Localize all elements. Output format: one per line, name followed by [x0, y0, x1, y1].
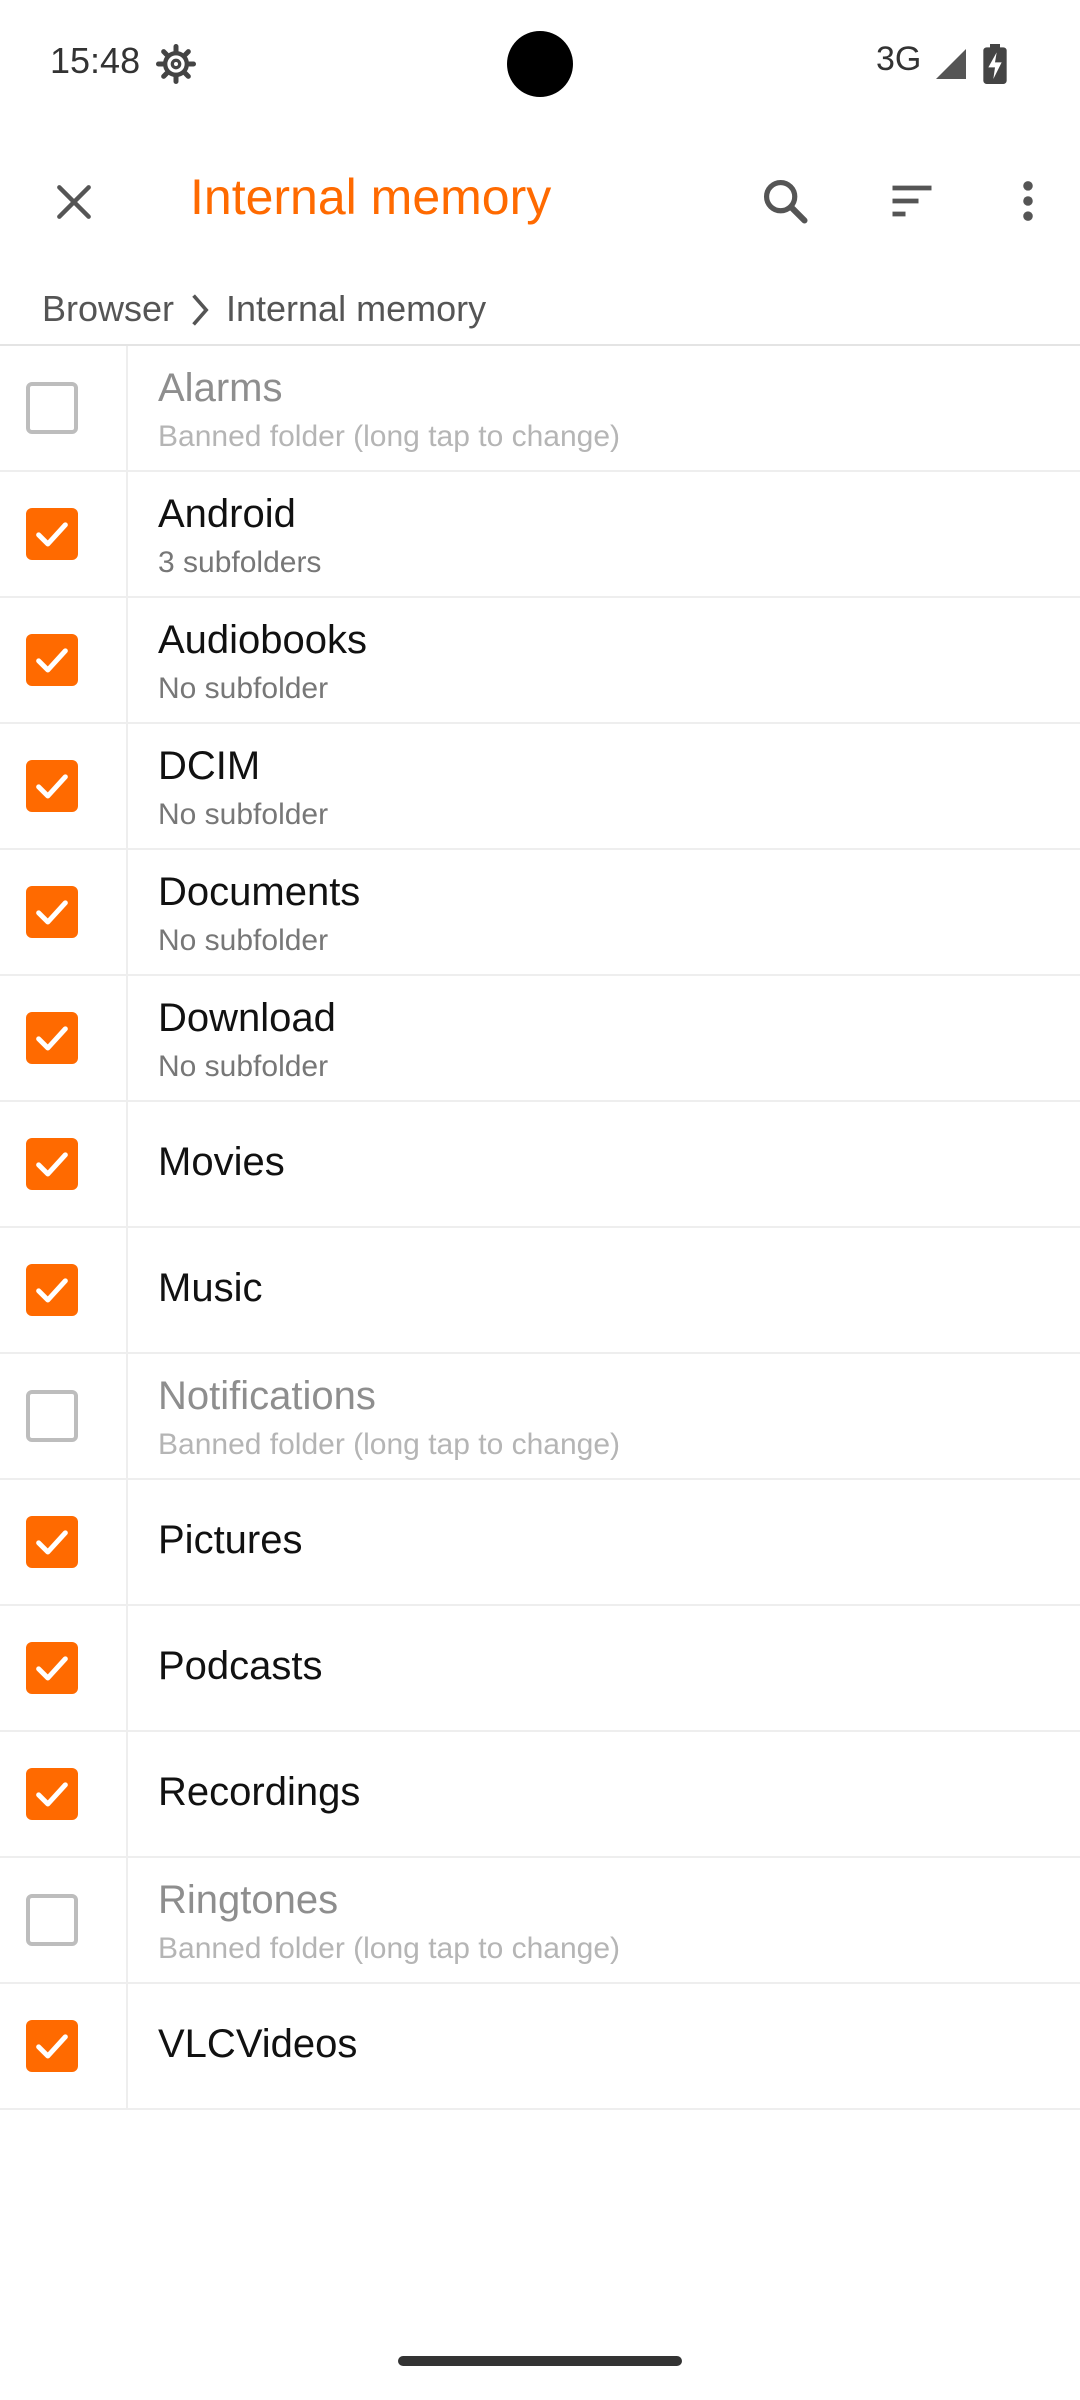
row-divider: [126, 598, 128, 724]
more-vert-icon: [1023, 181, 1033, 221]
checkmark-icon: [36, 1782, 68, 1807]
folder-subtitle: No subfolder: [158, 1050, 329, 1083]
folder-checkbox[interactable]: [26, 1390, 78, 1442]
folder-row[interactable]: Download No subfolder: [0, 976, 1080, 1102]
folder-name: DCIM: [158, 744, 261, 788]
folder-name: Audiobooks: [158, 618, 368, 662]
folder-row[interactable]: Alarms Banned folder (long tap to change): [0, 346, 1080, 472]
battery-icon: [983, 44, 1007, 84]
gesture-nav-bar: [0, 2336, 1080, 2400]
folder-checkbox[interactable]: [26, 760, 78, 812]
search-button[interactable]: [722, 138, 848, 264]
row-divider: [126, 1480, 128, 1606]
checkmark-icon: [36, 1278, 68, 1303]
toolbar: Internal memory: [0, 128, 1080, 276]
folder-checkbox[interactable]: [26, 1516, 78, 1568]
folder-checkbox[interactable]: [26, 634, 78, 686]
folder-row[interactable]: Notifications Banned folder (long tap to …: [0, 1354, 1080, 1480]
status-time: 15:48: [50, 40, 141, 81]
folder-subtitle: Banned folder (long tap to change): [158, 1428, 620, 1461]
folder-subtitle: Banned folder (long tap to change): [158, 1932, 620, 1965]
row-divider: [126, 1732, 128, 1858]
row-divider: [126, 1228, 128, 1354]
row-divider: [126, 976, 128, 1102]
folder-name: Notifications: [158, 1374, 376, 1418]
folder-subtitle: Banned folder (long tap to change): [158, 420, 620, 453]
breadcrumb-root[interactable]: Browser: [42, 288, 174, 330]
folder-row[interactable]: Android 3 subfolders: [0, 472, 1080, 598]
close-icon: [57, 185, 91, 219]
checkmark-icon: [36, 1026, 68, 1051]
network-type: 3G: [876, 40, 922, 78]
folder-row[interactable]: Music: [0, 1228, 1080, 1354]
row-divider: [126, 1354, 128, 1480]
folder-row[interactable]: VLCVideos: [0, 1984, 1080, 2110]
folder-subtitle: 3 subfolders: [158, 546, 322, 579]
folder-row[interactable]: Podcasts: [0, 1606, 1080, 1732]
folder-checkbox[interactable]: [26, 1642, 78, 1694]
checkmark-icon: [36, 1152, 68, 1177]
more-options-button[interactable]: [976, 138, 1080, 264]
checkmark-icon: [36, 648, 68, 673]
checkmark-icon: [36, 900, 68, 925]
search-icon: [763, 179, 808, 224]
folder-checkbox[interactable]: [26, 508, 78, 560]
folder-name: Movies: [158, 1140, 285, 1184]
row-divider: [126, 1102, 128, 1228]
home-handle[interactable]: [398, 2356, 682, 2366]
row-divider: [126, 472, 128, 598]
row-divider: [126, 850, 128, 976]
breadcrumb: Browser Internal memory: [0, 276, 1080, 346]
folder-name: Ringtones: [158, 1878, 339, 1922]
row-divider: [126, 346, 128, 472]
folder-checkbox[interactable]: [26, 1264, 78, 1316]
folder-row[interactable]: Documents No subfolder: [0, 850, 1080, 976]
folder-name: Alarms: [158, 366, 283, 410]
folder-list: Alarms Banned folder (long tap to change)…: [0, 346, 1080, 2110]
folder-name: Music: [158, 1266, 263, 1310]
folder-row[interactable]: Pictures: [0, 1480, 1080, 1606]
folder-checkbox[interactable]: [26, 382, 78, 434]
folder-checkbox[interactable]: [26, 2020, 78, 2072]
camera-cutout: [507, 31, 573, 97]
folder-name: Pictures: [158, 1518, 303, 1562]
sort-button[interactable]: [849, 138, 975, 264]
row-divider: [126, 1858, 128, 1984]
sort-icon: [892, 185, 932, 217]
checkmark-icon: [36, 2034, 68, 2059]
chevron-right-icon: [192, 294, 209, 326]
folder-row[interactable]: Audiobooks No subfolder: [0, 598, 1080, 724]
folder-name: Recordings: [158, 1770, 361, 1814]
row-divider: [126, 1606, 128, 1732]
folder-name: Download: [158, 996, 336, 1040]
folder-checkbox[interactable]: [26, 1894, 78, 1946]
breadcrumb-current[interactable]: Internal memory: [226, 288, 486, 330]
folder-name: Podcasts: [158, 1644, 323, 1688]
checkmark-icon: [36, 522, 68, 547]
folder-row[interactable]: Recordings: [0, 1732, 1080, 1858]
row-divider: [126, 1984, 128, 2110]
checkmark-icon: [36, 774, 68, 799]
close-button[interactable]: [0, 128, 148, 276]
checkmark-icon: [36, 1530, 68, 1555]
folder-row[interactable]: DCIM No subfolder: [0, 724, 1080, 850]
checkmark-icon: [36, 1656, 68, 1681]
folder-name: Documents: [158, 870, 361, 914]
folder-subtitle: No subfolder: [158, 672, 329, 705]
folder-row[interactable]: Movies: [0, 1102, 1080, 1228]
folder-name: VLCVideos: [158, 2022, 358, 2066]
folder-subtitle: No subfolder: [158, 924, 329, 957]
row-divider: [126, 724, 128, 850]
folder-checkbox[interactable]: [26, 886, 78, 938]
folder-checkbox[interactable]: [26, 1138, 78, 1190]
page-title: Internal memory: [190, 169, 552, 225]
signal-icon: [936, 49, 966, 79]
status-bar: 15:48 3G: [0, 0, 1080, 128]
folder-row[interactable]: Ringtones Banned folder (long tap to chan…: [0, 1858, 1080, 1984]
gear-icon: [156, 44, 196, 84]
folder-checkbox[interactable]: [26, 1768, 78, 1820]
folder-checkbox[interactable]: [26, 1012, 78, 1064]
folder-subtitle: No subfolder: [158, 798, 329, 831]
folder-name: Android: [158, 492, 296, 536]
